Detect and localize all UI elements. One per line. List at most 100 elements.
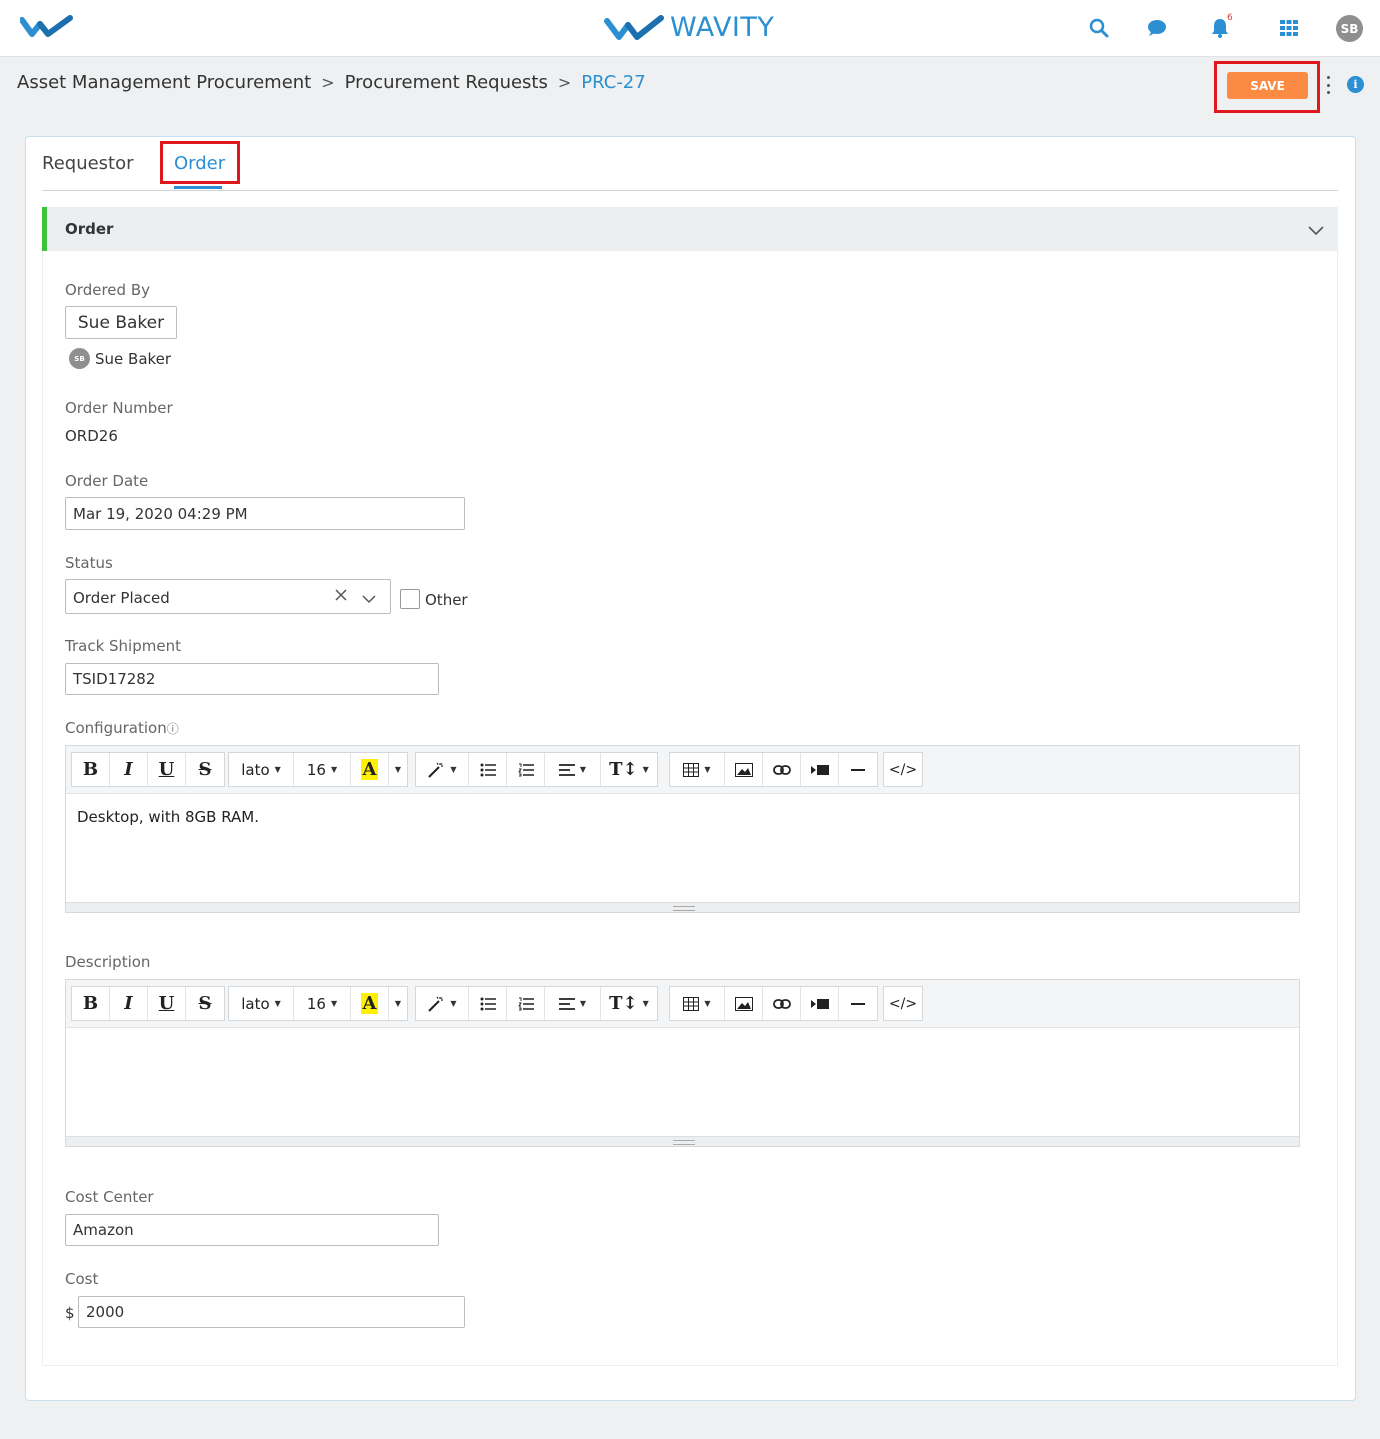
- font-group: lato ▼ 16 ▼ A ▼: [228, 986, 408, 1021]
- table-icon[interactable]: ▼: [670, 753, 725, 786]
- editor-resize-handle[interactable]: [66, 902, 1299, 912]
- link-icon[interactable]: [763, 987, 801, 1020]
- tab-order-highlight: [160, 141, 240, 184]
- code-view-button[interactable]: </>: [884, 753, 922, 786]
- configuration-editor: B I U S lato ▼ 16 ▼ A ▼ ▼ ▼ T↕ ▼ ▼ </> D…: [65, 745, 1300, 913]
- cost-label: Cost: [65, 1270, 99, 1288]
- numbered-list-icon[interactable]: [507, 753, 545, 786]
- save-button[interactable]: SAVE: [1227, 72, 1308, 99]
- underline-button[interactable]: U: [148, 753, 186, 786]
- bullet-list-icon[interactable]: [469, 753, 507, 786]
- format-group: B I U S: [71, 752, 225, 787]
- status-label: Status: [65, 554, 113, 572]
- ordered-by-label: Ordered By: [65, 281, 150, 299]
- brand-logo: WAVITY: [604, 12, 774, 43]
- chat-icon[interactable]: [1145, 16, 1169, 40]
- brand-mark-icon: [604, 14, 664, 40]
- align-icon[interactable]: ▼: [545, 753, 601, 786]
- description-editor-content[interactable]: [66, 1028, 1299, 1136]
- text-color-dropdown[interactable]: ▼: [389, 753, 407, 786]
- description-label: Description: [65, 953, 151, 971]
- text-color-button[interactable]: A: [351, 753, 389, 786]
- horizontal-rule-icon[interactable]: [839, 987, 877, 1020]
- configuration-editor-content[interactable]: Desktop, with 8GB RAM.: [66, 794, 1299, 902]
- other-checkbox[interactable]: [400, 589, 420, 609]
- align-icon[interactable]: ▼: [545, 987, 601, 1020]
- video-icon[interactable]: [801, 987, 839, 1020]
- breadcrumb-item-app[interactable]: Asset Management Procurement: [17, 72, 311, 93]
- style-group: ▼ ▼ T↕ ▼: [415, 752, 658, 787]
- code-view-button[interactable]: </>: [884, 987, 922, 1020]
- link-icon[interactable]: [763, 753, 801, 786]
- table-icon[interactable]: ▼: [670, 987, 725, 1020]
- breadcrumb-item-current: PRC-27: [581, 72, 646, 93]
- magic-wand-icon[interactable]: ▼: [416, 753, 469, 786]
- font-family-dropdown[interactable]: lato ▼: [229, 753, 294, 786]
- configuration-label: Configurationⓘ: [65, 719, 179, 737]
- horizontal-rule-icon[interactable]: [839, 753, 877, 786]
- italic-button[interactable]: I: [110, 753, 148, 786]
- breadcrumb-item-list[interactable]: Procurement Requests: [345, 72, 548, 93]
- status-select[interactable]: Order Placed: [65, 579, 391, 614]
- video-icon[interactable]: [801, 753, 839, 786]
- cost-center-label: Cost Center: [65, 1188, 154, 1206]
- breadcrumb: Asset Management Procurement > Procureme…: [17, 72, 646, 93]
- ordered-by-avatar: SB: [69, 348, 90, 369]
- order-date-input[interactable]: Mar 19, 2020 04:29 PM: [65, 497, 465, 530]
- text-color-dropdown[interactable]: ▼: [389, 987, 407, 1020]
- section-header-order[interactable]: Order: [42, 207, 1338, 251]
- info-icon[interactable]: i: [1347, 76, 1364, 93]
- text-height-icon[interactable]: T↕ ▼: [601, 987, 657, 1020]
- cost-input[interactable]: 2000: [78, 1296, 465, 1328]
- chevron-down-icon[interactable]: [362, 589, 376, 608]
- order-number-label: Order Number: [65, 399, 173, 417]
- user-avatar[interactable]: SB: [1336, 15, 1363, 42]
- order-date-label: Order Date: [65, 472, 149, 490]
- italic-button[interactable]: I: [110, 987, 148, 1020]
- bold-button[interactable]: B: [72, 987, 110, 1020]
- section-title: Order: [65, 220, 114, 238]
- image-icon[interactable]: [725, 753, 763, 786]
- bold-button[interactable]: B: [72, 753, 110, 786]
- magic-wand-icon[interactable]: ▼: [416, 987, 469, 1020]
- font-size-dropdown[interactable]: 16 ▼: [294, 753, 351, 786]
- description-editor: B I U S lato ▼ 16 ▼ A ▼ ▼ ▼ T↕ ▼ ▼ </>: [65, 979, 1300, 1147]
- order-number-value: ORD26: [65, 427, 118, 445]
- chevron-down-icon[interactable]: [1308, 221, 1324, 240]
- ordered-by-field[interactable]: Sue Baker: [65, 306, 177, 339]
- underline-button[interactable]: U: [148, 987, 186, 1020]
- currency-symbol: $: [65, 1304, 75, 1322]
- font-size-dropdown[interactable]: 16 ▼: [294, 987, 351, 1020]
- code-group: </>: [883, 752, 923, 787]
- strikethrough-button[interactable]: S: [186, 753, 224, 786]
- editor-resize-handle[interactable]: [66, 1136, 1299, 1146]
- font-group: lato ▼ 16 ▼ A ▼: [228, 752, 408, 787]
- insert-group: ▼: [669, 986, 878, 1021]
- active-tab-indicator: [174, 186, 222, 189]
- home-logo-icon[interactable]: [19, 14, 74, 44]
- ordered-by-user-name: Sue Baker: [95, 350, 172, 368]
- more-options-icon[interactable]: [1324, 76, 1332, 94]
- clear-icon[interactable]: [334, 587, 348, 606]
- cost-center-input[interactable]: Amazon: [65, 1214, 439, 1246]
- image-icon[interactable]: [725, 987, 763, 1020]
- font-family-dropdown[interactable]: lato ▼: [229, 987, 294, 1020]
- style-group: ▼ ▼ T↕ ▼: [415, 986, 658, 1021]
- text-color-button[interactable]: A: [351, 987, 389, 1020]
- bullet-list-icon[interactable]: [469, 987, 507, 1020]
- brand-name: WAVITY: [670, 12, 775, 43]
- tab-requestor[interactable]: Requestor: [42, 153, 134, 174]
- numbered-list-icon[interactable]: [507, 987, 545, 1020]
- track-shipment-label: Track Shipment: [65, 637, 181, 655]
- info-icon[interactable]: ⓘ: [167, 722, 179, 736]
- track-shipment-input[interactable]: TSID17282: [65, 663, 439, 695]
- notification-count-badge: 6: [1227, 13, 1233, 23]
- search-icon[interactable]: [1087, 16, 1111, 40]
- text-height-icon[interactable]: T↕ ▼: [601, 753, 657, 786]
- apps-grid-icon[interactable]: [1277, 16, 1301, 40]
- editor-toolbar: B I U S lato ▼ 16 ▼ A ▼ ▼ ▼ T↕ ▼ ▼ </>: [66, 746, 1299, 794]
- breadcrumb-separator: >: [557, 73, 572, 92]
- strikethrough-button[interactable]: S: [186, 987, 224, 1020]
- format-group: B I U S: [71, 986, 225, 1021]
- page-footer-strip: [0, 1404, 1380, 1439]
